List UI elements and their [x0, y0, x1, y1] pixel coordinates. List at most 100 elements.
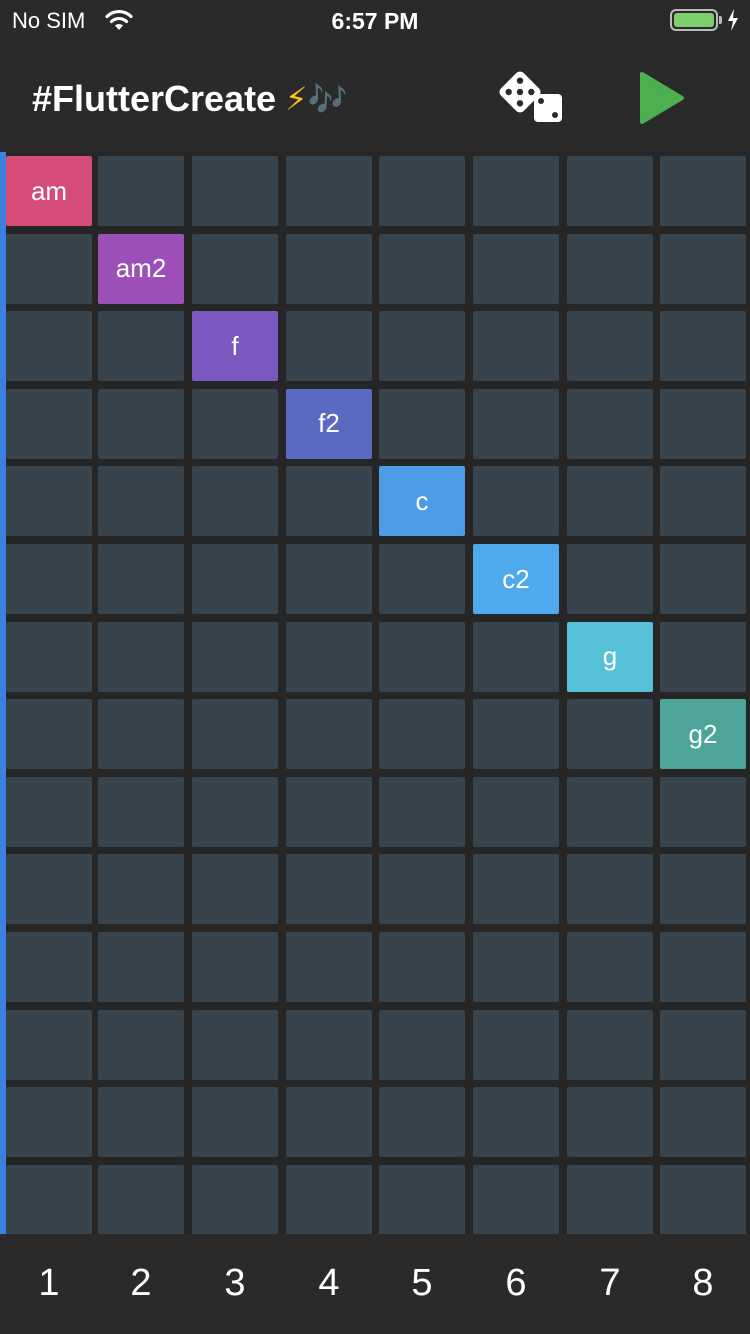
grid-cell[interactable]	[192, 776, 278, 847]
note-cell-c[interactable]: c	[379, 466, 465, 537]
grid-cell[interactable]	[98, 932, 184, 1002]
grid-cell[interactable]	[6, 311, 92, 382]
note-cell-g[interactable]: g	[567, 621, 653, 692]
grid-cell[interactable]	[6, 621, 92, 692]
grid-cell[interactable]	[286, 699, 372, 770]
grid-cell[interactable]	[379, 1087, 465, 1158]
note-cell-f[interactable]: f	[192, 311, 278, 382]
grid-cell[interactable]	[192, 621, 278, 692]
grid-cell[interactable]	[192, 544, 278, 614]
grid-cell[interactable]	[6, 699, 92, 770]
grid-cell[interactable]	[660, 388, 746, 459]
grid-cell[interactable]	[660, 1009, 746, 1080]
grid-cell[interactable]	[379, 388, 465, 459]
grid-cell[interactable]	[567, 854, 653, 925]
grid-cell[interactable]	[6, 1087, 92, 1158]
grid-cell[interactable]	[98, 699, 184, 770]
grid-cell[interactable]	[473, 699, 559, 770]
grid-cell[interactable]	[660, 1087, 746, 1158]
grid-cell[interactable]	[192, 1009, 278, 1080]
grid-cell[interactable]	[473, 776, 559, 847]
grid-cell[interactable]	[379, 776, 465, 847]
grid-cell[interactable]	[286, 621, 372, 692]
grid-cell[interactable]	[473, 1164, 559, 1235]
grid-cell[interactable]	[6, 544, 92, 614]
grid-cell[interactable]	[473, 233, 559, 304]
grid-cell[interactable]	[98, 156, 184, 226]
grid-cell[interactable]	[660, 156, 746, 226]
grid-cell[interactable]	[6, 388, 92, 459]
grid-cell[interactable]	[98, 1164, 184, 1235]
grid-cell[interactable]	[567, 156, 653, 226]
grid-cell[interactable]	[192, 233, 278, 304]
grid-cell[interactable]	[567, 776, 653, 847]
grid-cell[interactable]	[98, 776, 184, 847]
grid-cell[interactable]	[660, 621, 746, 692]
grid-cell[interactable]	[660, 544, 746, 614]
grid-cell[interactable]	[6, 854, 92, 925]
grid-cell[interactable]	[286, 932, 372, 1002]
grid-cell[interactable]	[660, 776, 746, 847]
grid-cell[interactable]	[379, 621, 465, 692]
grid-cell[interactable]	[286, 854, 372, 925]
grid-cell[interactable]	[660, 233, 746, 304]
grid-cell[interactable]	[379, 854, 465, 925]
grid-cell[interactable]	[567, 1164, 653, 1235]
grid-cell[interactable]	[379, 1164, 465, 1235]
grid-cell[interactable]	[98, 466, 184, 537]
grid-cell[interactable]	[473, 854, 559, 925]
grid-cell[interactable]	[6, 233, 92, 304]
grid-cell[interactable]	[567, 233, 653, 304]
grid-cell[interactable]	[286, 776, 372, 847]
grid-cell[interactable]	[567, 388, 653, 459]
grid-cell[interactable]	[567, 544, 653, 614]
grid-cell[interactable]	[473, 311, 559, 382]
grid-cell[interactable]	[192, 1164, 278, 1235]
grid-cell[interactable]	[192, 466, 278, 537]
grid-cell[interactable]	[98, 311, 184, 382]
grid-cell[interactable]	[98, 544, 184, 614]
grid-cell[interactable]	[379, 699, 465, 770]
grid-cell[interactable]	[98, 621, 184, 692]
grid-cell[interactable]	[192, 699, 278, 770]
grid-cell[interactable]	[6, 1164, 92, 1235]
grid-cell[interactable]	[6, 932, 92, 1002]
grid-cell[interactable]	[660, 466, 746, 537]
grid-cell[interactable]	[6, 1009, 92, 1080]
play-icon[interactable]	[636, 70, 688, 126]
grid-cell[interactable]	[379, 544, 465, 614]
grid-cell[interactable]	[567, 1087, 653, 1158]
grid-cell[interactable]	[286, 156, 372, 226]
grid-cell[interactable]	[660, 1164, 746, 1235]
grid-cell[interactable]	[567, 1009, 653, 1080]
grid-cell[interactable]	[6, 466, 92, 537]
grid-cell[interactable]	[192, 1087, 278, 1158]
grid-cell[interactable]	[192, 388, 278, 459]
grid-cell[interactable]	[286, 466, 372, 537]
grid-cell[interactable]	[286, 1087, 372, 1158]
grid-cell[interactable]	[660, 311, 746, 382]
note-cell-am2[interactable]: am2	[98, 233, 184, 304]
grid-cell[interactable]	[286, 311, 372, 382]
grid-cell[interactable]	[379, 311, 465, 382]
grid-cell[interactable]	[473, 1087, 559, 1158]
grid-cell[interactable]	[660, 854, 746, 925]
grid-cell[interactable]	[98, 1087, 184, 1158]
grid-cell[interactable]	[473, 388, 559, 459]
grid-cell[interactable]	[98, 854, 184, 925]
grid-cell[interactable]	[192, 854, 278, 925]
note-cell-f2[interactable]: f2	[286, 388, 372, 459]
note-cell-g2[interactable]: g2	[660, 699, 746, 770]
grid-cell[interactable]	[567, 932, 653, 1002]
dice-icon[interactable]	[498, 70, 566, 126]
grid-cell[interactable]	[379, 156, 465, 226]
grid-cell[interactable]	[379, 233, 465, 304]
grid-cell[interactable]	[660, 932, 746, 1002]
grid-cell[interactable]	[379, 1009, 465, 1080]
grid-cell[interactable]	[98, 1009, 184, 1080]
grid-cell[interactable]	[567, 466, 653, 537]
note-cell-c2[interactable]: c2	[473, 544, 559, 614]
grid-cell[interactable]	[286, 233, 372, 304]
grid-cell[interactable]	[473, 932, 559, 1002]
grid-cell[interactable]	[473, 466, 559, 537]
